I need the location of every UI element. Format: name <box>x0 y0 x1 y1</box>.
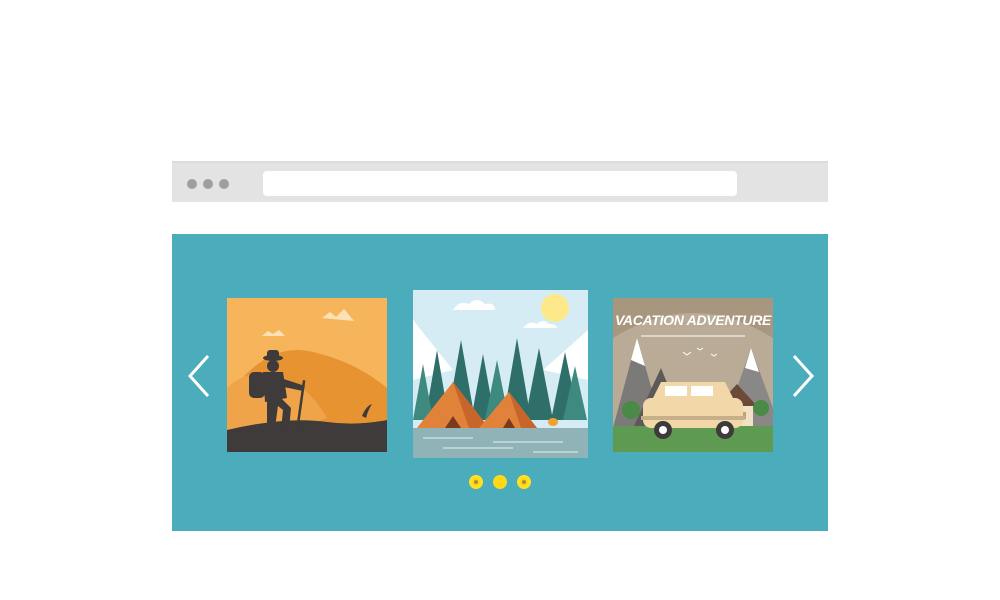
camping-tents-forest-illustration <box>413 290 588 458</box>
carousel-next-button[interactable] <box>784 351 820 401</box>
slide-vacation-adventure[interactable]: VACATION ADVENTURE <box>613 298 773 452</box>
carousel-pager-dot-active[interactable] <box>493 475 507 489</box>
slide-title: VACATION ADVENTURE <box>614 312 772 328</box>
carousel-pager-dot[interactable] <box>469 475 483 489</box>
carousel-pager-dot[interactable] <box>517 475 531 489</box>
window-dot[interactable] <box>187 179 197 189</box>
image-carousel: VACATION ADVENTURE <box>172 234 828 531</box>
browser-toolbar <box>172 161 828 202</box>
slide-hiker[interactable] <box>227 298 387 452</box>
chevron-left-icon <box>187 354 210 398</box>
browser-window: VACATION ADVENTURE <box>172 161 828 531</box>
window-dot[interactable] <box>203 179 213 189</box>
address-bar[interactable] <box>263 171 737 196</box>
slide-camping[interactable] <box>413 290 588 458</box>
carousel-prev-button[interactable] <box>182 351 218 401</box>
hiker-illustration <box>227 298 387 452</box>
chevron-right-icon <box>792 354 815 398</box>
window-dot[interactable] <box>219 179 229 189</box>
